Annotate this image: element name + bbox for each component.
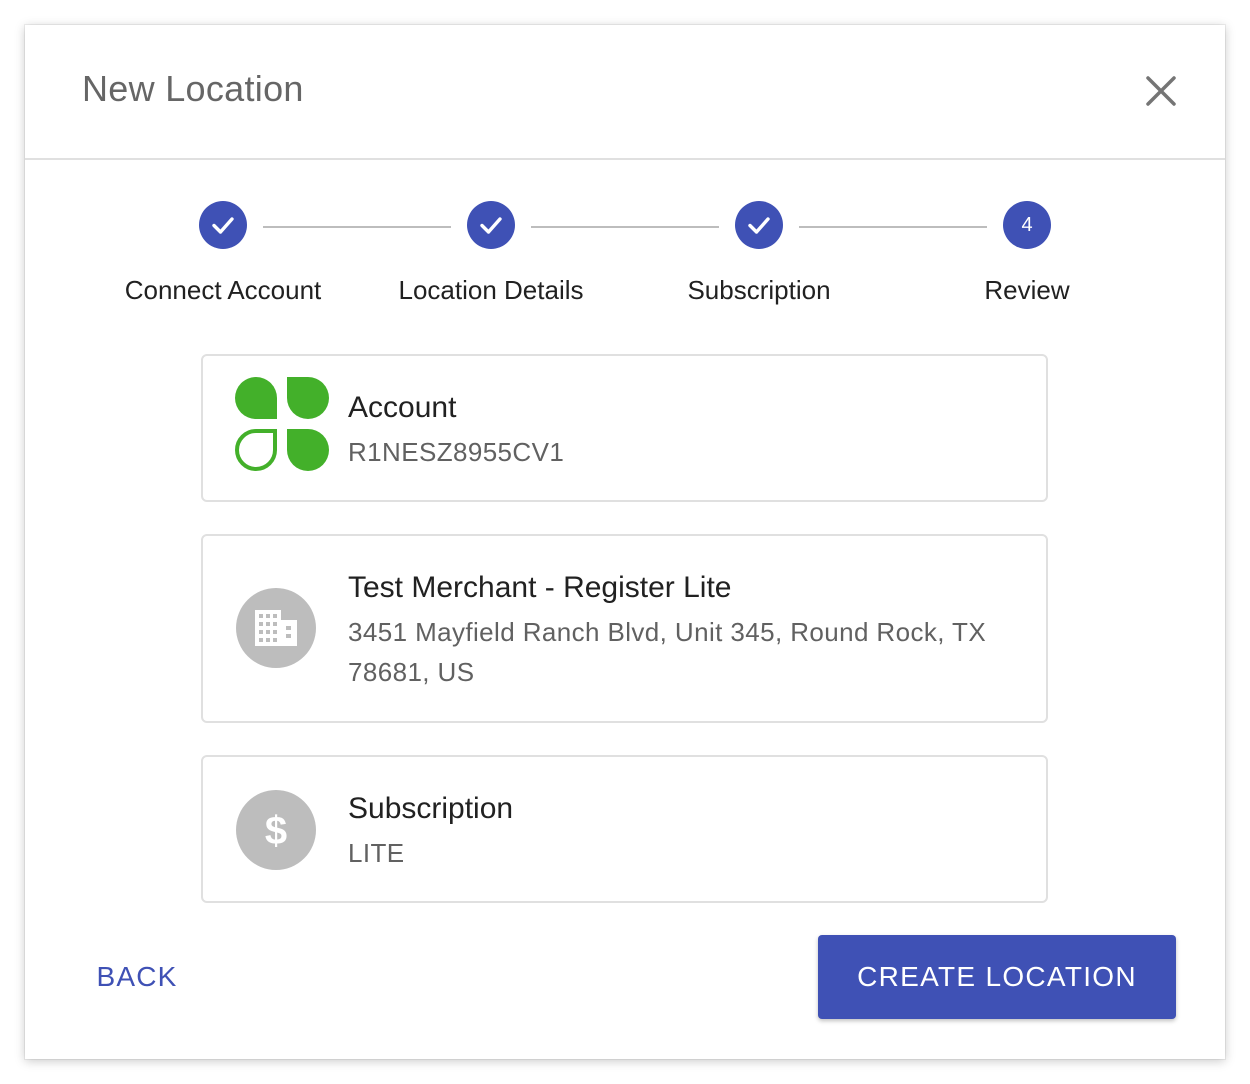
- step-location-details[interactable]: Location Details: [371, 201, 611, 305]
- building-icon: [255, 610, 297, 646]
- step-subscription[interactable]: Subscription: [639, 201, 879, 305]
- dialog-header: New Location: [25, 25, 1225, 160]
- check-icon: [212, 217, 234, 234]
- clover-logo-icon: [234, 377, 329, 472]
- account-title: Account: [348, 391, 457, 424]
- new-location-dialog: New Location Connect Account Location De…: [25, 25, 1225, 1059]
- svg-text:$: $: [265, 809, 287, 853]
- step-completed-indicator: [467, 201, 515, 249]
- check-icon: [480, 217, 502, 234]
- step-label: Review: [984, 275, 1070, 305]
- step-number-indicator: 4: [1003, 201, 1051, 249]
- account-id: R1NESZ8955CV1: [348, 437, 565, 467]
- subscription-title: Subscription: [348, 792, 514, 825]
- account-card: Account R1NESZ8955CV1: [201, 354, 1048, 502]
- dollar-icon: $: [265, 809, 287, 853]
- location-address-line1: 3451 Mayfield Ranch Blvd, Unit 345, Roun…: [348, 617, 987, 647]
- subscription-plan: LITE: [348, 838, 405, 868]
- step-label: Location Details: [398, 275, 584, 305]
- create-location-button[interactable]: CREATE LOCATION: [818, 935, 1176, 1019]
- subscription-avatar: $: [236, 790, 316, 870]
- location-address-line2: 78681, US: [348, 657, 475, 687]
- location-card: Test Merchant - Register Lite 3451 Mayfi…: [201, 534, 1048, 723]
- dialog-title: New Location: [82, 68, 304, 109]
- stepper: Connect Account Location Details Subscri…: [25, 160, 1225, 350]
- step-connect-account[interactable]: Connect Account: [103, 201, 343, 305]
- step-review[interactable]: 4 Review: [907, 201, 1147, 305]
- close-icon: [1146, 76, 1176, 106]
- check-icon: [748, 217, 770, 234]
- step-label: Connect Account: [124, 275, 322, 305]
- step-label: Subscription: [687, 275, 831, 305]
- back-button[interactable]: BACK: [85, 950, 189, 1004]
- close-button[interactable]: [1139, 69, 1183, 113]
- subscription-card: $ Subscription LITE: [201, 755, 1048, 903]
- location-name: Test Merchant - Register Lite: [348, 571, 732, 604]
- location-avatar: [236, 588, 316, 668]
- step-completed-indicator: [199, 201, 247, 249]
- step-completed-indicator: [735, 201, 783, 249]
